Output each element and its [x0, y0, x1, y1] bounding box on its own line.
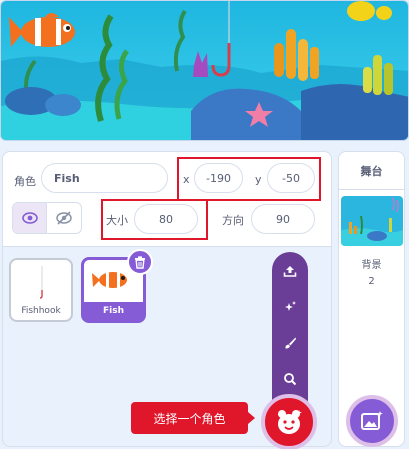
paint-sprite-button[interactable]: [272, 328, 308, 358]
paint-icon: [285, 337, 296, 349]
backdrop-picture-icon: [361, 411, 383, 430]
fishhook-thumbnail: [39, 266, 43, 299]
hide-sprite-button[interactable]: [47, 203, 81, 233]
stage-pane-title: 舞台: [339, 152, 404, 190]
stage-thumbnail-image: [341, 196, 403, 246]
show-sprite-button[interactable]: [13, 203, 48, 233]
surprise-sprite-button[interactable]: [272, 292, 308, 322]
stage-canvas[interactable]: [0, 0, 409, 141]
size-label: 大小: [106, 214, 128, 227]
eye-icon: [21, 212, 38, 224]
delete-sprite-button[interactable]: [127, 249, 153, 275]
choose-sprite-tooltip: 选择一个角色: [131, 402, 248, 434]
stage-thumbnail[interactable]: [341, 196, 403, 246]
eye-slash-icon: [56, 211, 72, 225]
choose-sprite-button[interactable]: [261, 394, 317, 449]
sprite-tile-label: Fishhook: [21, 306, 61, 316]
size-input[interactable]: 80: [134, 204, 198, 234]
x-position-input[interactable]: -190: [194, 163, 243, 193]
y-position-input[interactable]: -50: [267, 163, 315, 193]
search-icon: [284, 373, 297, 386]
choose-backdrop-button[interactable]: [346, 395, 398, 447]
trash-icon: [135, 255, 145, 269]
backdrop-label: 背景: [361, 260, 382, 271]
add-sprite-menu: [272, 252, 308, 402]
y-label: y: [255, 173, 262, 186]
x-label: x: [183, 173, 190, 186]
upload-sprite-button[interactable]: [272, 256, 308, 286]
direction-label: 方向: [222, 214, 244, 227]
tooltip-arrow: [248, 412, 255, 424]
visibility-toggle-group: [12, 202, 82, 234]
surprise-icon: [285, 301, 296, 311]
sprite-name-input[interactable]: Fish: [41, 163, 168, 193]
upload-icon: [283, 266, 297, 277]
cat-face-icon: [278, 410, 302, 434]
choose-sprite-search-button[interactable]: [272, 364, 308, 394]
scratch-editor: 角色 Fish x -190 y -50 大小 80 方向 90 Fishhoo…: [0, 0, 409, 449]
sprite-tile-fishhook[interactable]: Fishhook: [9, 258, 73, 322]
sprite-name-label: 角色: [14, 175, 36, 188]
direction-input[interactable]: 90: [251, 204, 315, 234]
backdrop-count: 2: [368, 276, 375, 287]
underwater-scene: [1, 1, 408, 140]
sprite-tile-label: Fish: [84, 302, 143, 320]
